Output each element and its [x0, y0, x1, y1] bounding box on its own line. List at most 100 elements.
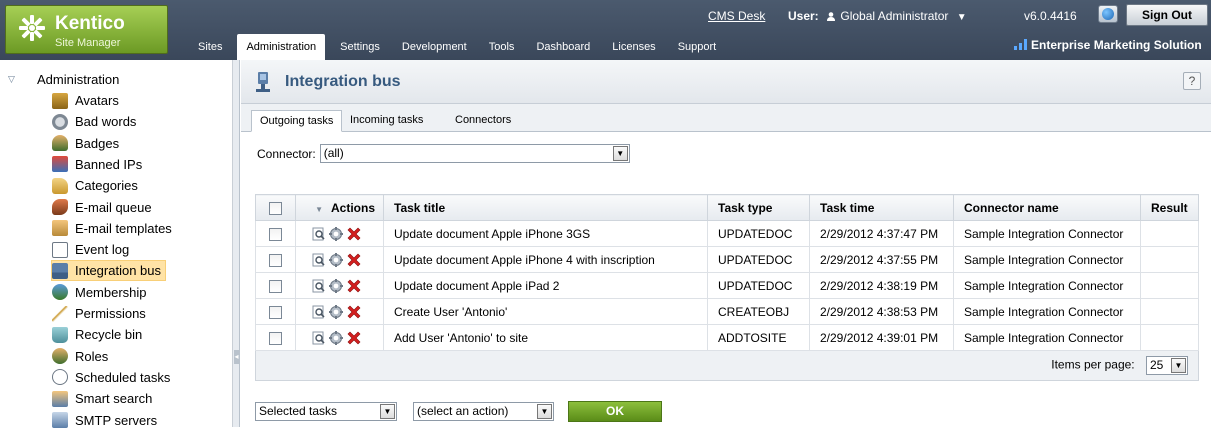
- smart-search-icon: [52, 390, 68, 407]
- row-checkbox[interactable]: [269, 253, 282, 267]
- panel-splitter[interactable]: ◂: [233, 60, 240, 427]
- row-checkbox[interactable]: [269, 305, 282, 319]
- col-task-time[interactable]: Task time: [809, 194, 954, 221]
- tab-connectors[interactable]: Connectors: [447, 110, 519, 132]
- tree-item-label: Integration bus: [75, 263, 162, 279]
- tree-item-scheduled-tasks[interactable]: Scheduled tasks: [52, 367, 174, 388]
- expand-icon[interactable]: ▽: [8, 74, 18, 85]
- ok-button[interactable]: OK: [568, 401, 662, 422]
- tree-item-banned-ips[interactable]: Banned IPs: [52, 154, 146, 175]
- table-row[interactable]: Create User 'Antonio' CREATEOBJ 2/29/2012 …: [255, 298, 1199, 325]
- table-row[interactable]: Update document Apple iPad 2 UPDATEDOC 2/2…: [255, 272, 1199, 299]
- brand-name: Kentico: [55, 13, 125, 34]
- menu-dashboard[interactable]: Dashboard: [525, 34, 601, 60]
- delete-icon[interactable]: [346, 252, 362, 268]
- view-icon[interactable]: [312, 331, 326, 345]
- menu-support[interactable]: Support: [667, 34, 728, 60]
- row-checkbox[interactable]: [269, 227, 282, 241]
- tree-item-membership[interactable]: Membership: [52, 282, 151, 303]
- select-all-checkbox[interactable]: [269, 201, 282, 215]
- app-header: Kentico Site Manager CMS Desk User: Glob…: [0, 0, 1211, 60]
- sign-out-button[interactable]: Sign Out: [1126, 4, 1208, 26]
- col-result[interactable]: Result: [1140, 194, 1199, 221]
- tab-outgoing-tasks[interactable]: Outgoing tasks: [251, 110, 343, 132]
- task-title: Update document Apple iPad 2: [383, 272, 708, 299]
- delete-icon[interactable]: [346, 278, 362, 294]
- delete-icon[interactable]: [346, 304, 362, 320]
- kentico-logo[interactable]: Kentico Site Manager: [5, 5, 168, 54]
- table-row[interactable]: Update document Apple iPhone 3GS UPDATEDO…: [255, 220, 1199, 247]
- view-icon[interactable]: [312, 305, 326, 319]
- table-row[interactable]: Add User 'Antonio' to site ADDTOSITE 2/29/…: [255, 324, 1199, 351]
- row-checkbox[interactable]: [269, 331, 282, 345]
- menu-sites[interactable]: Sites: [170, 34, 233, 60]
- menu-administration[interactable]: Administration: [237, 34, 326, 60]
- menu-licenses[interactable]: Licenses: [601, 34, 666, 60]
- delete-icon[interactable]: [346, 226, 362, 242]
- tree-item-event-log[interactable]: Event log: [52, 239, 133, 260]
- tree-item-smart-search[interactable]: Smart search: [52, 388, 156, 409]
- process-icon[interactable]: [329, 304, 343, 319]
- task-type: ADDTOSITE: [707, 324, 810, 351]
- col-connector-name[interactable]: Connector name: [953, 194, 1141, 221]
- kentico-logo-icon: [19, 15, 45, 41]
- task-time: 2/29/2012 4:37:47 PM: [809, 220, 954, 247]
- process-icon[interactable]: [329, 330, 343, 345]
- process-icon[interactable]: [329, 278, 343, 293]
- tree-item-label: Bad words: [75, 114, 137, 130]
- process-icon[interactable]: [329, 226, 343, 241]
- view-icon[interactable]: [312, 279, 326, 293]
- tree-item-recycle-bin[interactable]: Recycle bin: [52, 324, 146, 345]
- tree-item-integration-bus[interactable]: Integration bus: [51, 260, 167, 282]
- tree-item-avatars[interactable]: Avatars: [52, 90, 123, 111]
- col-task-title[interactable]: Task title: [383, 194, 708, 221]
- tree-item-label: Badges: [75, 135, 120, 151]
- tree-item-e-mail-queue[interactable]: E-mail queue: [52, 197, 156, 218]
- scope-value: Selected tasks: [259, 404, 338, 418]
- connector-label: Connector:: [257, 146, 316, 161]
- help-button[interactable]: ?: [1183, 72, 1201, 90]
- delete-icon[interactable]: [346, 330, 362, 346]
- tab-incoming-tasks[interactable]: Incoming tasks: [342, 110, 431, 132]
- row-actions: [295, 324, 384, 351]
- tree-item-bad-words[interactable]: Bad words: [52, 111, 140, 132]
- globe-icon[interactable]: [1098, 5, 1118, 23]
- tree-item-roles[interactable]: Roles: [52, 346, 112, 367]
- table-row[interactable]: Update document Apple iPhone 4 with insc…: [255, 246, 1199, 273]
- task-result: [1140, 272, 1199, 299]
- cms-desk-link[interactable]: CMS Desk: [708, 9, 765, 23]
- view-icon[interactable]: [312, 227, 326, 241]
- scope-select[interactable]: Selected tasks ▼: [255, 402, 397, 421]
- task-title: Create User 'Antonio': [383, 298, 708, 325]
- row-checkbox[interactable]: [269, 279, 282, 293]
- menu-development[interactable]: Development: [391, 34, 478, 60]
- tree-item-label: SMTP servers: [75, 412, 158, 428]
- view-icon[interactable]: [312, 253, 326, 267]
- col-actions[interactable]: ▼ Actions: [295, 194, 384, 221]
- task-result: [1140, 298, 1199, 325]
- task-type: UPDATEDOC: [707, 272, 810, 299]
- row-actions: [295, 298, 384, 325]
- user-menu[interactable]: User: Global Administrator ▼: [788, 9, 967, 23]
- tree-item-permissions[interactable]: Permissions: [52, 303, 150, 324]
- row-actions: [295, 220, 384, 247]
- row-actions: [295, 272, 384, 299]
- tree-item-badges[interactable]: Badges: [52, 133, 123, 154]
- recycle-bin-icon: [52, 326, 68, 343]
- connector-name: Sample Integration Connector: [953, 246, 1141, 273]
- tree-item-label: Smart search: [75, 391, 153, 407]
- items-per-page-select[interactable]: 25 ▼: [1146, 356, 1188, 375]
- email-templates-icon: [52, 220, 68, 237]
- tree-item-smtp-servers[interactable]: SMTP servers: [52, 410, 161, 431]
- connector-select[interactable]: (all) ▼: [319, 144, 630, 163]
- action-select[interactable]: (select an action) ▼: [413, 402, 554, 421]
- tree-root[interactable]: ▽ Administration: [8, 72, 119, 87]
- menu-settings[interactable]: Settings: [329, 34, 391, 60]
- tree-item-categories[interactable]: Categories: [52, 175, 142, 196]
- tree-item-label: E-mail queue: [75, 199, 152, 215]
- menu-tools[interactable]: Tools: [478, 34, 526, 60]
- collapse-left-icon[interactable]: ◂: [234, 350, 239, 364]
- process-icon[interactable]: [329, 252, 343, 267]
- tree-item-e-mail-templates[interactable]: E-mail templates: [52, 218, 176, 239]
- col-task-type[interactable]: Task type: [707, 194, 810, 221]
